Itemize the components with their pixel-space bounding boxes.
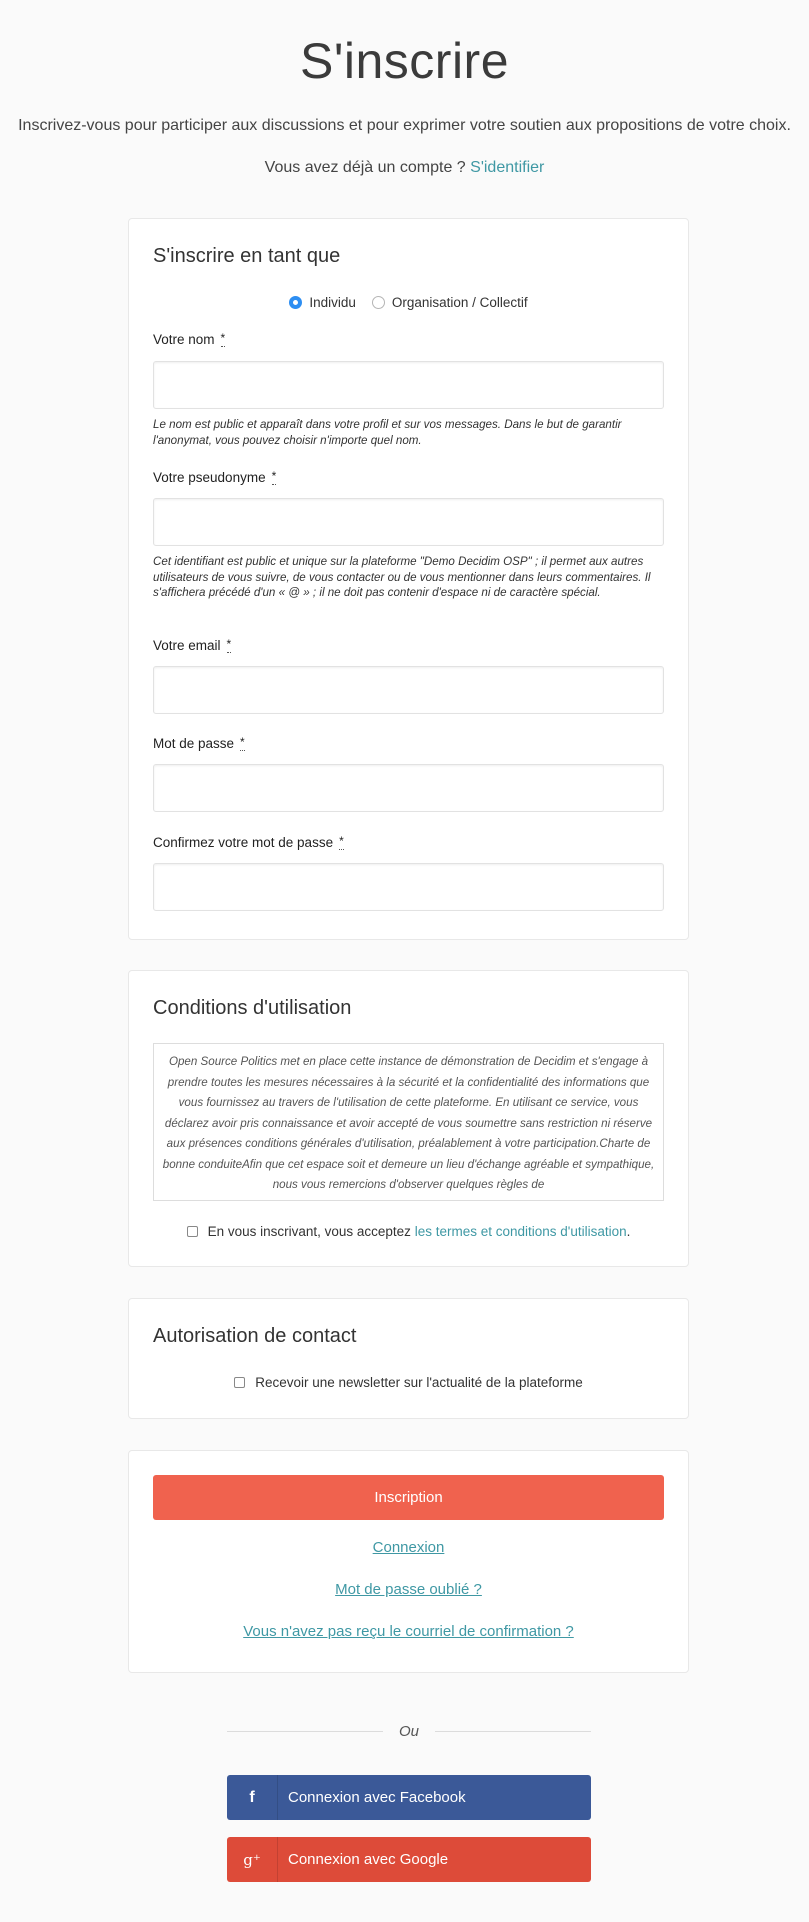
email-label-text: Votre email xyxy=(153,638,221,653)
page-subtitle: Inscrivez-vous pour participer aux discu… xyxy=(18,117,791,134)
google-plus-icon: g⁺ xyxy=(227,1837,278,1882)
radio-organization-label: Organisation / Collectif xyxy=(391,295,528,310)
password-input[interactable] xyxy=(153,764,664,812)
required-marker: * xyxy=(240,735,245,751)
newsletter-checkbox[interactable] xyxy=(234,1377,246,1388)
contact-title: Autorisation de contact xyxy=(153,1325,357,1347)
tos-link[interactable]: les termes et conditions d'utilisation xyxy=(415,1224,627,1239)
newsletter-line: Recevoir une newsletter sur l'actualité … xyxy=(129,1375,688,1390)
have-account-line: Vous avez déjà un compte ? S'identifier xyxy=(0,158,809,178)
page-title: S'inscrire xyxy=(299,33,510,89)
password-confirm-label: Confirmez votre mot de passe * xyxy=(153,834,344,850)
radio-individual-dot[interactable] xyxy=(289,296,303,309)
login-link[interactable]: Connexion xyxy=(129,1539,688,1556)
required-marker: * xyxy=(226,637,232,653)
tos-checkbox[interactable] xyxy=(186,1226,198,1237)
radio-organization-dot[interactable] xyxy=(371,296,385,309)
name-help: Le nom est public et apparaît dans votre… xyxy=(153,418,622,447)
or-divider: Ou xyxy=(227,1720,592,1742)
signup-submit-button[interactable]: Inscription xyxy=(153,1475,664,1520)
radio-individual-label: Individu xyxy=(309,295,356,310)
tos-agree-end: . xyxy=(626,1224,631,1239)
name-label-text: Votre nom xyxy=(153,332,215,347)
tos-agree-text: En vous inscrivant, vous acceptez xyxy=(207,1224,411,1239)
facebook-login-button[interactable]: f Connexion avec Facebook xyxy=(227,1775,591,1820)
password-confirm-label-text: Confirmez votre mot de passe xyxy=(153,835,334,850)
password-confirm-input[interactable] xyxy=(153,863,664,911)
required-marker: * xyxy=(271,469,277,485)
signup-card-title: S'inscrire en tant que xyxy=(153,245,341,267)
google-login-button[interactable]: g⁺ Connexion avec Google xyxy=(227,1837,591,1882)
email-label: Votre email * xyxy=(153,637,232,653)
email-input[interactable] xyxy=(153,666,664,714)
tos-text-box[interactable]: Open Source Politics met en place cette … xyxy=(153,1043,664,1201)
radio-individual[interactable]: Individu xyxy=(289,295,356,310)
password-label: Mot de passe * xyxy=(153,735,245,751)
contact-card: Autorisation de contact Recevoir une new… xyxy=(128,1298,689,1419)
required-marker: * xyxy=(339,834,344,850)
google-login-label: Connexion avec Google xyxy=(288,1851,449,1868)
sign-in-link[interactable]: S'identifier xyxy=(470,159,544,176)
radio-organization[interactable]: Organisation / Collectif xyxy=(371,295,528,310)
nickname-label: Votre pseudonyme * xyxy=(153,469,277,485)
tos-agree-line: En vous inscrivant, vous acceptez les te… xyxy=(129,1224,688,1239)
have-account-text: Vous avez déjà un compte ? xyxy=(264,159,466,176)
name-label: Votre nom * xyxy=(153,331,226,347)
signup-page: S'inscrire Inscrivez-vous pour participe… xyxy=(0,0,809,1922)
nickname-label-text: Votre pseudonyme xyxy=(153,470,266,485)
tos-card: Conditions d'utilisation Open Source Pol… xyxy=(128,970,689,1267)
or-text: Ou xyxy=(399,1722,420,1740)
nickname-input[interactable] xyxy=(153,498,664,546)
tos-agree-label: En vous inscrivant, vous acceptez les te… xyxy=(208,1224,631,1239)
required-marker: * xyxy=(220,331,226,347)
tos-title: Conditions d'utilisation xyxy=(153,997,352,1019)
resend-confirmation-link[interactable]: Vous n'avez pas reçu le courriel de conf… xyxy=(129,1623,688,1640)
actions-card: Inscription Connexion Mot de passe oubli… xyxy=(128,1450,689,1673)
signup-card: S'inscrire en tant que Individu Organisa… xyxy=(128,218,689,940)
divider-line xyxy=(435,1730,592,1732)
facebook-icon: f xyxy=(227,1775,278,1820)
divider-line xyxy=(227,1730,383,1732)
facebook-login-label: Connexion avec Facebook xyxy=(288,1789,466,1806)
password-label-text: Mot de passe xyxy=(153,736,235,751)
forgot-password-link[interactable]: Mot de passe oublié ? xyxy=(129,1581,688,1598)
newsletter-label: Recevoir une newsletter sur l'actualité … xyxy=(255,1375,583,1390)
user-type-radio-group: Individu Organisation / Collectif xyxy=(129,295,688,310)
name-input[interactable] xyxy=(153,361,664,409)
nickname-help: Cet identifiant est public et unique sur… xyxy=(153,555,651,599)
